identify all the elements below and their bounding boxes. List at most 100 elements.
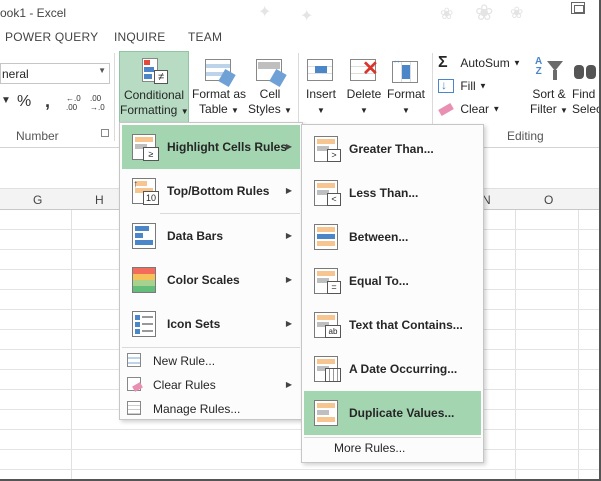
decrease-decimal-button[interactable]: .00 →.0 — [90, 94, 110, 114]
format-cells-icon: ↔ — [390, 55, 422, 87]
submenu-item-less-than[interactable]: < Less Than... — [304, 171, 481, 215]
menu-item-color-scales[interactable]: Color Scales ▶ — [122, 258, 300, 302]
dialog-launcher-icon[interactable] — [101, 129, 109, 137]
conditional-formatting-label-2: Formatting ▼ — [120, 103, 189, 117]
more-rules-item[interactable]: More Rules... — [334, 441, 405, 455]
grid-line — [515, 210, 516, 481]
number-format-dropdown[interactable]: neral ▼ — [0, 63, 110, 84]
submenu-item-duplicate-values[interactable]: Duplicate Values... — [304, 391, 481, 435]
autosum-button[interactable]: Σ AutoSum ▼ — [438, 53, 521, 75]
format-as-table-label-2: Table ▼ — [199, 102, 239, 116]
sigma-icon: Σ — [438, 53, 448, 71]
fill-down-icon: ↓ — [438, 78, 454, 93]
duplicate-values-icon — [311, 398, 341, 428]
new-rule-icon — [127, 353, 141, 367]
color-scales-icon — [129, 265, 159, 295]
currency-dropdown-icon[interactable]: ▼ — [1, 95, 11, 106]
sort-filter-label: Sort & — [532, 87, 566, 101]
clear-button[interactable]: Clear ▼ — [438, 101, 500, 121]
format-as-table-icon — [203, 55, 236, 88]
menu-item-highlight-cells-rules[interactable]: ≥ Highlight Cells Rules ▶ — [122, 125, 300, 169]
fill-button[interactable]: ↓ Fill ▼ — [438, 78, 487, 98]
menu-item-label: Data Bars — [167, 229, 224, 243]
cell-styles-icon — [254, 55, 287, 88]
tab-power-query[interactable]: POWER QUERY — [5, 30, 98, 44]
grid-line — [71, 210, 72, 481]
autosum-label: AutoSum — [460, 55, 510, 70]
icon-sets-icon — [129, 309, 159, 339]
percent-style-button[interactable]: % — [17, 93, 31, 111]
menu-item-manage-rules[interactable]: Manage Rules... — [122, 398, 300, 420]
increase-decimal-button[interactable]: ←.0 .00 — [66, 94, 86, 114]
menu-item-new-rule[interactable]: New Rule... — [122, 350, 300, 372]
submenu-item-label: Equal To... — [349, 274, 409, 288]
delete-button[interactable]: ✕ Delete ▼ — [344, 51, 384, 123]
leaf-decoration-icon: ❀ — [510, 5, 524, 22]
menu-item-data-bars[interactable]: Data Bars ▶ — [122, 214, 300, 258]
submenu-item-label: Less Than... — [349, 186, 419, 200]
submenu-item-equal-to[interactable]: = Equal To... — [304, 259, 481, 303]
format-label: Format — [386, 87, 425, 101]
conditional-formatting-button[interactable]: ≠ Conditional Formatting ▼ — [119, 51, 189, 123]
submenu-item-label: Greater Than... — [349, 142, 434, 156]
leaf-decoration-icon: ❀ — [475, 0, 494, 25]
submenu-arrow-icon: ▶ — [285, 186, 292, 195]
format-dropdown-icon: ▼ — [402, 106, 410, 115]
grid-line — [0, 469, 601, 470]
top-bottom-rules-icon: 10 ↑ — [129, 176, 159, 206]
menu-item-label: Top/Bottom Rules — [167, 184, 270, 198]
menu-item-label: New Rule... — [153, 354, 216, 368]
column-header-o[interactable]: O — [544, 193, 553, 207]
submenu-item-between[interactable]: Between... — [304, 215, 481, 259]
sort-filter-button[interactable]: AZ Sort & Filter ▼ — [529, 51, 569, 123]
data-bars-icon — [129, 221, 159, 251]
insert-button[interactable]: Insert ▼ — [303, 51, 339, 123]
clear-rules-icon — [127, 377, 143, 392]
menu-separator — [122, 347, 300, 348]
cell-styles-button[interactable]: Cell Styles ▼ — [248, 51, 292, 123]
tab-team[interactable]: TEAM — [188, 30, 222, 44]
menu-item-icon-sets[interactable]: Icon Sets ▶ — [122, 302, 300, 346]
text-contains-icon: ab — [311, 310, 341, 340]
find-select-button[interactable]: Find Selec — [570, 51, 601, 123]
column-header-g[interactable]: G — [33, 193, 42, 207]
chevron-down-icon: ▼ — [513, 58, 521, 68]
submenu-item-a-date-occurring[interactable]: A Date Occurring... — [304, 347, 481, 391]
format-button[interactable]: ↔ Format ▼ — [385, 51, 427, 123]
equal-to-icon: = — [311, 266, 341, 296]
submenu-arrow-icon: ▶ — [285, 142, 292, 151]
chevron-down-icon: ▼ — [98, 66, 106, 75]
delete-cells-icon: ✕ — [348, 55, 380, 87]
comma-style-button[interactable]: , — [45, 91, 50, 112]
manage-rules-icon — [127, 401, 141, 415]
format-as-table-label: Format as — [192, 87, 247, 101]
window-title: ook1 - Excel — [0, 6, 67, 20]
menu-item-label: Clear Rules — [153, 378, 216, 392]
tab-inquire[interactable]: INQUIRE — [114, 30, 165, 44]
eraser-icon — [438, 102, 454, 116]
highlight-cells-rules-submenu: > Greater Than... < Less Than... Between… — [301, 124, 484, 463]
bird-decoration-icon: ✦ — [300, 8, 314, 25]
submenu-arrow-icon: ▶ — [285, 275, 292, 284]
submenu-arrow-icon: ▶ — [285, 231, 292, 240]
number-group-label: Number — [16, 129, 59, 143]
conditional-formatting-label: Conditional — [123, 88, 185, 102]
menu-item-top-bottom-rules[interactable]: 10 ↑ Top/Bottom Rules ▶ — [122, 169, 300, 213]
format-as-table-button[interactable]: Format as Table ▼ — [192, 51, 246, 123]
column-header-h[interactable]: H — [95, 193, 104, 207]
find-select-label-2: Selec — [572, 102, 601, 116]
submenu-item-greater-than[interactable]: > Greater Than... — [304, 127, 481, 171]
sort-filter-label-2: Filter ▼ — [530, 102, 568, 116]
insert-dropdown-icon: ▼ — [317, 106, 325, 115]
restore-window-icon[interactable] — [571, 2, 585, 14]
highlight-cells-rules-icon: ≥ — [129, 132, 159, 162]
grid-line — [578, 210, 579, 481]
leaf-decoration-icon: ❀ — [440, 6, 454, 23]
group-divider — [114, 53, 115, 141]
insert-label: Insert — [305, 87, 336, 101]
menu-item-clear-rules[interactable]: Clear Rules ▶ — [122, 374, 300, 396]
binoculars-icon — [572, 55, 601, 87]
chevron-down-icon: ▼ — [479, 81, 487, 91]
chevron-down-icon: ▼ — [492, 104, 501, 114]
submenu-item-text-that-contains[interactable]: ab Text that Contains... — [304, 303, 481, 347]
